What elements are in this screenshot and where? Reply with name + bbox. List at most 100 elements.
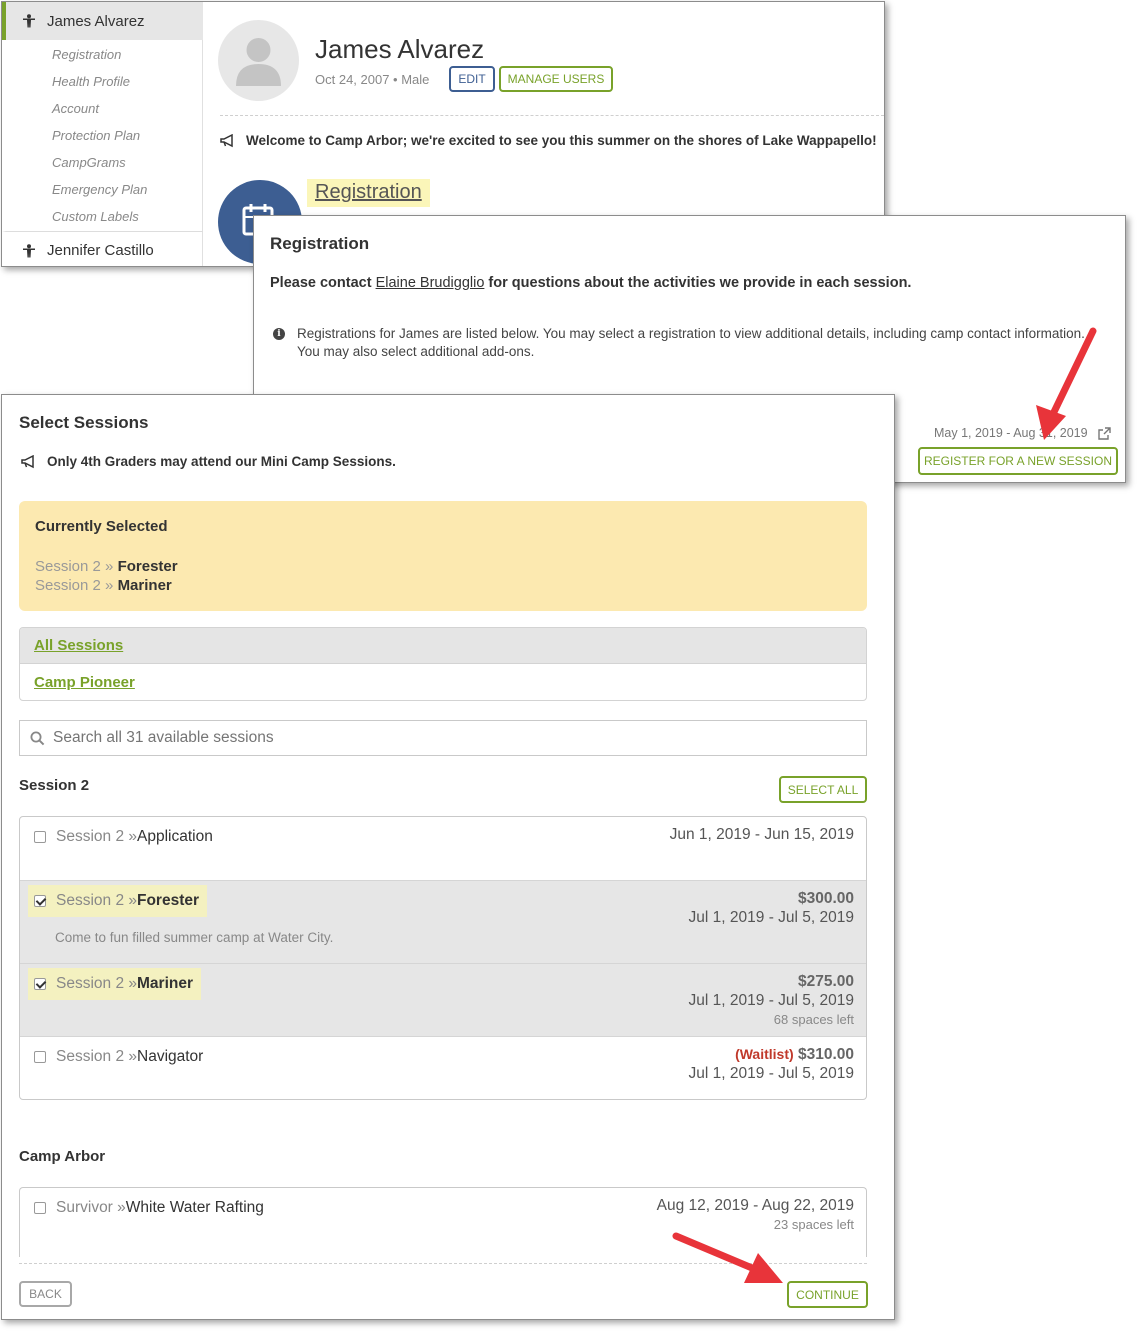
registration-title: Registration [270, 234, 370, 253]
session-price: $275.00 [797, 973, 854, 990]
session-checkbox[interactable] [34, 1202, 46, 1214]
sidebar-link-account[interactable]: Account [52, 101, 99, 116]
session-spaces: 68 spaces left [773, 1012, 854, 1027]
filter-all-sessions[interactable]: All Sessions [20, 628, 866, 664]
session-description: Come to fun filled summer camp at Water … [55, 930, 334, 945]
contact-link[interactable]: Elaine Brudigglio [376, 275, 485, 291]
session-checkbox[interactable] [34, 895, 46, 907]
session-row-forester[interactable]: Session 2 » Forester $300.00 Jul 1, 2019… [20, 880, 866, 964]
external-link-icon [1097, 426, 1111, 440]
sidebar: James Alvarez Registration Health Profil… [2, 2, 203, 266]
register-new-session-button[interactable]: REGISTER FOR A NEW SESSION [918, 447, 1118, 475]
session-details: Aug 12, 2019 - Aug 22, 2019 23 spaces le… [657, 1196, 854, 1234]
session-details: $300.00 Jul 1, 2019 - Jul 5, 2019 [689, 889, 854, 927]
session-checkbox[interactable] [34, 831, 46, 843]
session-prefix: Survivor » [56, 1199, 126, 1216]
session-filter-list: All Sessions Camp Pioneer [19, 627, 867, 701]
session-label[interactable]: Session 2 » Mariner [28, 968, 201, 1000]
sidebar-link-protection-plan[interactable]: Protection Plan [52, 128, 140, 143]
filter-camp-pioneer[interactable]: Camp Pioneer [20, 664, 866, 700]
divider [220, 115, 884, 116]
currently-selected-box: Currently Selected Session 2 » Forester … [19, 501, 867, 611]
session-name: White Water Rafting [125, 1199, 264, 1216]
session-label[interactable]: Session 2 » Application [28, 821, 221, 853]
search-icon [30, 731, 45, 745]
footer-divider [19, 1263, 867, 1264]
session-name: Forester [137, 892, 200, 909]
selected-item: Session 2 » Forester [35, 558, 178, 575]
session-row-mariner[interactable]: Session 2 » Mariner $275.00 Jul 1, 2019 … [20, 963, 866, 1037]
contact-prefix: Please contact [270, 275, 376, 291]
session-list: Survivor » White Water Rafting Aug 12, 2… [19, 1187, 867, 1257]
session-spaces: 23 spaces left [773, 1217, 854, 1232]
group-title-session-2: Session 2 [19, 777, 90, 794]
profile-meta: Oct 24, 2007 • Male [315, 72, 430, 87]
currently-selected-heading: Currently Selected [35, 518, 168, 535]
session-name: Application [137, 828, 213, 845]
sidebar-person-james[interactable]: James Alvarez [2, 2, 203, 40]
session-search[interactable] [19, 720, 867, 756]
session-prefix: Session 2 » [56, 1048, 137, 1065]
sidebar-link-campgrams[interactable]: CampGrams [52, 155, 126, 170]
session-name: Navigator [137, 1048, 204, 1065]
group-title-camp-arbor: Camp Arbor [19, 1148, 106, 1165]
session-dates: Jul 1, 2019 - Jul 5, 2019 [688, 909, 854, 926]
avatar [218, 20, 299, 101]
registration-dates[interactable]: May 1, 2019 - Aug 31, 2019 [934, 426, 1111, 440]
sidebar-link-health-profile[interactable]: Health Profile [52, 74, 130, 89]
registration-link[interactable]: Registration [307, 179, 430, 207]
sidebar-link-custom-labels[interactable]: Custom Labels [52, 209, 139, 224]
person-icon [23, 243, 35, 257]
session-details: $275.00 Jul 1, 2019 - Jul 5, 2019 68 spa… [689, 972, 854, 1029]
session-checkbox[interactable] [34, 978, 46, 990]
session-name: Mariner [137, 975, 193, 992]
person-icon [23, 14, 35, 28]
session-price: $310.00 [797, 1046, 854, 1063]
selected-item-name: Mariner [117, 577, 172, 594]
continue-button[interactable]: CONTINUE [787, 1281, 868, 1308]
session-details: Jun 1, 2019 - Jun 15, 2019 [670, 825, 854, 844]
welcome-message: Welcome to Camp Arbor; we're excited to … [220, 133, 877, 148]
megaphone-icon [220, 133, 233, 147]
welcome-text: Welcome to Camp Arbor; we're excited to … [246, 133, 877, 148]
sidebar-person-jennifer[interactable]: Jennifer Castillo [2, 231, 203, 266]
registration-dates-text: May 1, 2019 - Aug 31, 2019 [934, 426, 1088, 440]
session-row-white-water-rafting[interactable]: Survivor » White Water Rafting Aug 12, 2… [20, 1188, 866, 1257]
session-dates: Jul 1, 2019 - Jul 5, 2019 [688, 1065, 854, 1082]
session-label[interactable]: Session 2 » Forester [28, 885, 208, 917]
contact-suffix: for questions about the activities we pr… [484, 275, 912, 291]
sidebar-person-name: James Alvarez [47, 12, 145, 30]
session-prefix: Session 2 » [56, 975, 137, 992]
session-price: $300.00 [797, 890, 854, 907]
sidebar-person-name: Jennifer Castillo [47, 242, 154, 259]
user-silhouette-icon [236, 38, 281, 86]
profile-name: James Alvarez [315, 34, 485, 64]
selected-item-prefix: Session 2 » [35, 558, 118, 575]
select-all-button[interactable]: SELECT ALL [779, 776, 867, 803]
session-prefix: Session 2 » [56, 892, 137, 909]
session-row-application[interactable]: Session 2 » Application Jun 1, 2019 - Ju… [20, 817, 866, 880]
session-label[interactable]: Session 2 » Navigator [28, 1041, 211, 1073]
session-dates: Aug 12, 2019 - Aug 22, 2019 [656, 1197, 854, 1214]
selected-item: Session 2 » Mariner [35, 577, 172, 594]
sessions-note-text: Only 4th Graders may attend our Mini Cam… [47, 454, 396, 469]
session-prefix: Session 2 » [56, 828, 137, 845]
select-sessions-title: Select Sessions [19, 413, 149, 432]
waitlist-badge: (Waitlist) [735, 1046, 794, 1062]
back-button[interactable]: BACK [19, 1281, 72, 1307]
session-label[interactable]: Survivor » White Water Rafting [28, 1192, 272, 1224]
contact-line: Please contact Elaine Brudigglio for que… [270, 275, 911, 291]
manage-users-button[interactable]: MANAGE USERS [499, 66, 613, 92]
megaphone-icon [21, 454, 34, 468]
session-dates: Jul 1, 2019 - Jul 5, 2019 [688, 992, 854, 1009]
sidebar-link-emergency-plan[interactable]: Emergency Plan [52, 182, 147, 197]
search-input[interactable] [53, 729, 833, 747]
session-checkbox[interactable] [34, 1051, 46, 1063]
selected-item-prefix: Session 2 » [35, 577, 118, 594]
sidebar-link-registration[interactable]: Registration [52, 47, 121, 62]
select-sessions-panel: Select Sessions Only 4th Graders may att… [1, 394, 895, 1320]
registration-info: Registrations for James are listed below… [297, 326, 1085, 359]
edit-button[interactable]: EDIT [449, 66, 495, 92]
session-row-navigator[interactable]: Session 2 » Navigator (Waitlist) $310.00… [20, 1037, 866, 1099]
info-icon: i [273, 328, 285, 340]
